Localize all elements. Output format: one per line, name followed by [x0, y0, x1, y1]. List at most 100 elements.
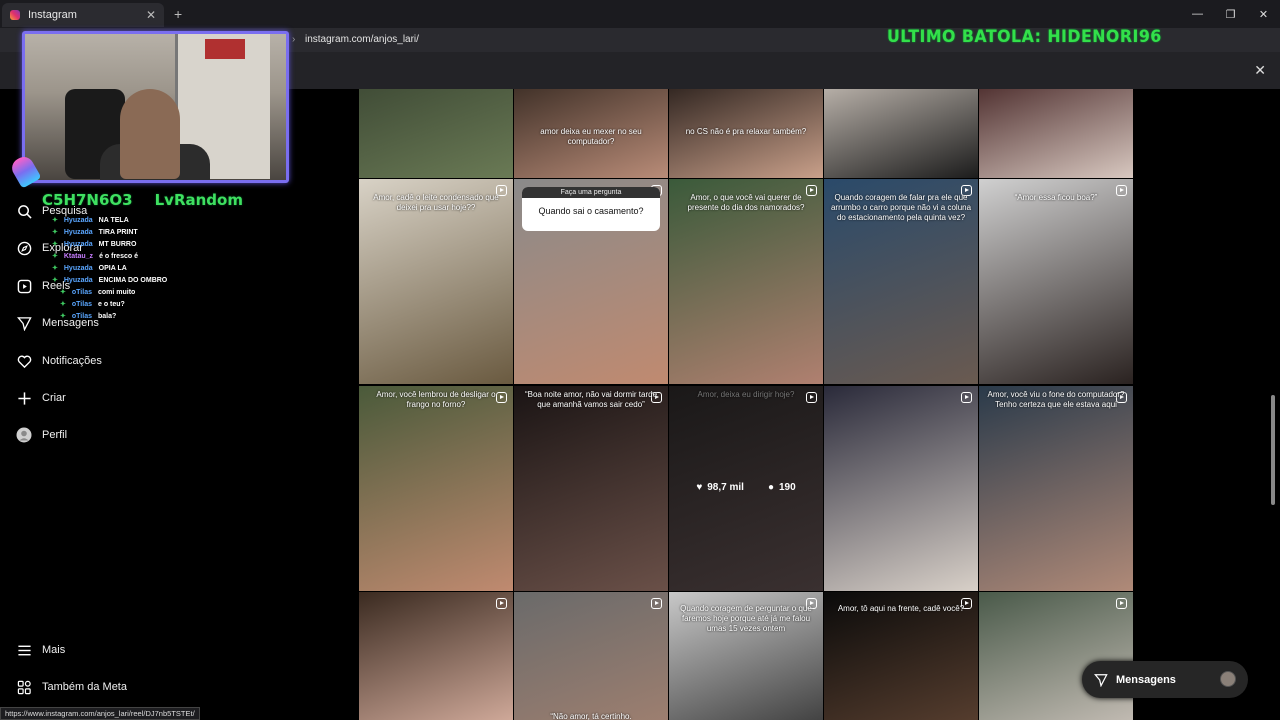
reel-icon — [651, 598, 662, 609]
reels-icon — [16, 278, 32, 294]
post-tile[interactable]: Faça uma pergunta Quando sai o casamento? — [514, 179, 668, 384]
stream-chat: ✦ Hyuzada NA TELA ✦ Hyuzada TIRA PRINT ✦ Hyuz… — [52, 215, 167, 323]
tab-close-icon[interactable]: ✕ — [146, 8, 156, 22]
url-chevron-icon: › — [292, 34, 296, 45]
url-text[interactable]: instagram.com/anjos_lari/ — [305, 34, 419, 45]
post-caption: “Amor essa ficou boa?” — [1014, 193, 1098, 202]
chat-user: Hyuzada — [63, 277, 93, 284]
chat-line: ✦ oTilas bala? — [60, 311, 167, 323]
reel-icon — [961, 392, 972, 403]
post-tile[interactable]: Amor, deixa eu dirigir hoje? ♥ 98,7 mil ● 19… — [669, 386, 823, 591]
post-caption: amor deixa eu mexer no seu computador? — [540, 127, 642, 146]
avatar-icon — [16, 427, 32, 443]
messages-button-label: Mensagens — [1116, 673, 1176, 686]
post-tile[interactable]: no CS não é pra relaxar também? — [669, 89, 823, 178]
post-stats: ♥ 98,7 mil ● 190 — [669, 482, 823, 493]
chat-line: ✦ Hyuzada OPIA LA — [52, 263, 167, 275]
post-tile[interactable]: Quando coragem de perguntar o que faremo… — [669, 592, 823, 720]
sidebar-item-profile[interactable]: Perfil — [16, 427, 67, 443]
chat-user: Hyuzada — [63, 241, 93, 248]
post-tile[interactable]: “Boa noite amor, não vai dormir tarde qu… — [514, 386, 668, 591]
post-tile[interactable]: amor deixa eu mexer no seu computador? — [514, 89, 668, 178]
post-caption: “Não amor, tá certinho. — [550, 712, 632, 720]
restore-icon[interactable]: ❐ — [1214, 8, 1247, 21]
sidebar-item-notifications[interactable]: Notificações — [16, 353, 102, 369]
post-caption: Quando coragem de falar pra ele que arru… — [830, 193, 972, 222]
chat-line: ✦ Hyuzada ENCIMA DO OMBRO — [52, 275, 167, 287]
sidebar-item-create[interactable]: Criar — [16, 390, 66, 406]
window-close-icon[interactable]: ✕ — [1247, 8, 1280, 21]
stream-name: C5H7N6O3 — [42, 191, 133, 209]
page-scrollbar[interactable] — [1271, 395, 1275, 505]
minimize-icon[interactable]: — — [1181, 8, 1214, 20]
post-tile[interactable]: Quando coragem de falar pra ele que arru… — [824, 179, 978, 384]
post-tile[interactable]: Amor, o que você vai querer de presente … — [669, 179, 823, 384]
sidebar-item-also-from-meta[interactable]: Também da Meta — [16, 679, 127, 695]
post-tile[interactable] — [824, 89, 978, 178]
webcam-streamer — [120, 89, 180, 179]
chat-message: comi muito — [97, 289, 136, 296]
chat-badge-icon: ✦ — [52, 241, 58, 248]
post-tile[interactable]: “Não amor, tá certinho. — [514, 592, 668, 720]
browser-tabbar: Instagram ✕ + — ❐ ✕ — [0, 0, 1280, 28]
post-tile[interactable] — [979, 592, 1133, 720]
sidebar-item-label: Mais — [42, 644, 66, 656]
post-tile[interactable] — [979, 89, 1133, 178]
chat-badge-icon: ✦ — [52, 265, 58, 272]
chat-badge-icon: ✦ — [52, 253, 58, 260]
chat-line: ✦ Hyuzada MT BURRO — [52, 239, 167, 251]
send-icon — [1094, 673, 1108, 687]
post-caption: Quando coragem de perguntar o que faremo… — [680, 604, 812, 633]
heart-icon — [16, 353, 32, 369]
likes: ♥ 98,7 mil — [696, 482, 744, 493]
chat-badge-icon: ✦ — [52, 277, 58, 284]
chat-line: ✦ Hyuzada NA TELA — [52, 215, 167, 227]
status-bar-url: https://www.instagram.com/anjos_lari/ree… — [0, 707, 200, 720]
chat-line: ✦ Hyuzada TIRA PRINT — [52, 227, 167, 239]
chat-badge-icon: ✦ — [60, 313, 66, 320]
chat-user: oTilas — [71, 289, 92, 296]
chat-user: oTilas — [71, 301, 92, 308]
plus-icon — [16, 390, 32, 406]
post-tile[interactable] — [824, 386, 978, 591]
chat-message: ENCIMA DO OMBRO — [98, 277, 168, 284]
chat-line: ✦ Ktatau_z é o fresco é — [52, 251, 167, 263]
reel-icon — [496, 598, 507, 609]
reel-icon — [1116, 598, 1127, 609]
post-tile[interactable]: Amor, você viu o fone do computador? Ten… — [979, 386, 1133, 591]
chat-user: oTilas — [71, 313, 92, 320]
chat-user: Hyuzada — [63, 265, 93, 272]
chat-message: OPIA LA — [98, 265, 127, 272]
post-tile[interactable]: Amor, tô aqui na frente, cadê você? — [824, 592, 978, 720]
post-tile[interactable]: Amor, cadê o leite condensado que deixei… — [359, 179, 513, 384]
window-controls: — ❐ ✕ — [1181, 0, 1280, 28]
post-tile[interactable]: “Amor essa ficou boa?” — [979, 179, 1133, 384]
stream-names: C5H7N6O3 LvRandom — [42, 191, 243, 209]
comments: ● 190 — [768, 482, 796, 493]
chat-message: é o fresco é — [99, 253, 138, 260]
likes-count: 98,7 mil — [707, 482, 744, 493]
tab-title: Instagram — [28, 9, 77, 21]
chat-badge-icon: ✦ — [52, 229, 58, 236]
posts-grid: amor deixa eu mexer no seu computador? no… — [359, 89, 1134, 720]
post-caption: “Boa noite amor, não vai dormir tarde qu… — [524, 390, 658, 409]
instagram-sidebar: Pesquisa Explorar Reels Mensagens Notifi… — [0, 89, 300, 720]
chat-message: TIRA PRINT — [98, 229, 138, 236]
browser-tab[interactable]: Instagram ✕ — [2, 3, 164, 27]
messages-button[interactable]: Mensagens — [1082, 661, 1248, 698]
chat-message: MT BURRO — [98, 241, 137, 248]
post-tile[interactable] — [359, 89, 513, 178]
post-caption: Amor, você lembrou de desligar o frango … — [376, 390, 496, 409]
post-caption: no CS não é pra relaxar também? — [685, 127, 807, 136]
post-tile[interactable]: Amor, você lembrou de desligar o frango … — [359, 386, 513, 591]
post-caption: Amor, deixa eu dirigir hoje? — [697, 390, 795, 399]
meta-icon — [16, 679, 32, 695]
new-tab-button[interactable]: + — [174, 6, 182, 22]
sidebar-item-more[interactable]: Mais — [16, 642, 65, 658]
post-tile[interactable] — [359, 592, 513, 720]
infobar-close-icon[interactable]: ✕ — [1254, 62, 1266, 79]
menu-icon — [16, 642, 32, 658]
post-caption: Amor, você viu o fone do computador? Ten… — [987, 390, 1125, 409]
sidebar-item-label: Notificações — [42, 355, 102, 367]
sidebar-item-label: Criar — [42, 392, 66, 404]
